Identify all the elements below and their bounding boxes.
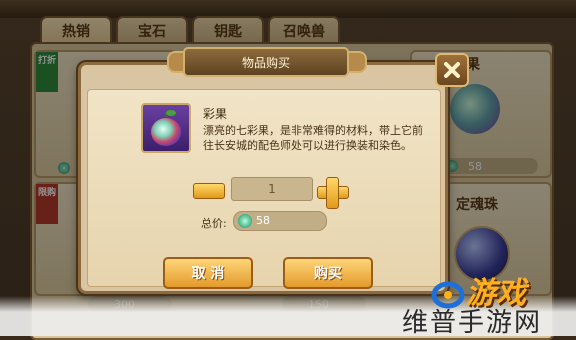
cancel-button[interactable]: 取 消 xyxy=(163,257,253,289)
decrease-button[interactable] xyxy=(193,183,225,199)
close-x-icon xyxy=(444,62,460,78)
gem-currency-icon xyxy=(238,214,252,228)
buy-button[interactable]: 购买 xyxy=(283,257,373,289)
total-price-label: 总价: xyxy=(201,217,227,230)
dialog-title: 物品购买 xyxy=(183,47,349,77)
item-description: 漂亮的七彩果，是非常难得的材料，带上它前往长安城的配色师处可以进行换装和染色。 xyxy=(203,124,423,152)
plus-icon-bar xyxy=(326,177,339,209)
increase-button[interactable] xyxy=(317,177,349,209)
total-price-field: 58 xyxy=(233,211,327,231)
item-name: 彩果 xyxy=(203,107,228,121)
watermark-site-name: 维普手游网 xyxy=(402,308,543,338)
quantity-input[interactable]: 1 xyxy=(231,177,313,201)
color-fruit-icon xyxy=(151,109,181,146)
purchase-dialog: 物品购买 彩果 漂亮的七彩果，是非常难得的材料，带上它前往长安城的配色师处可以进… xyxy=(78,47,469,294)
item-icon-frame xyxy=(141,103,191,153)
total-price-value: 58 xyxy=(256,214,270,227)
close-button[interactable] xyxy=(435,53,469,87)
